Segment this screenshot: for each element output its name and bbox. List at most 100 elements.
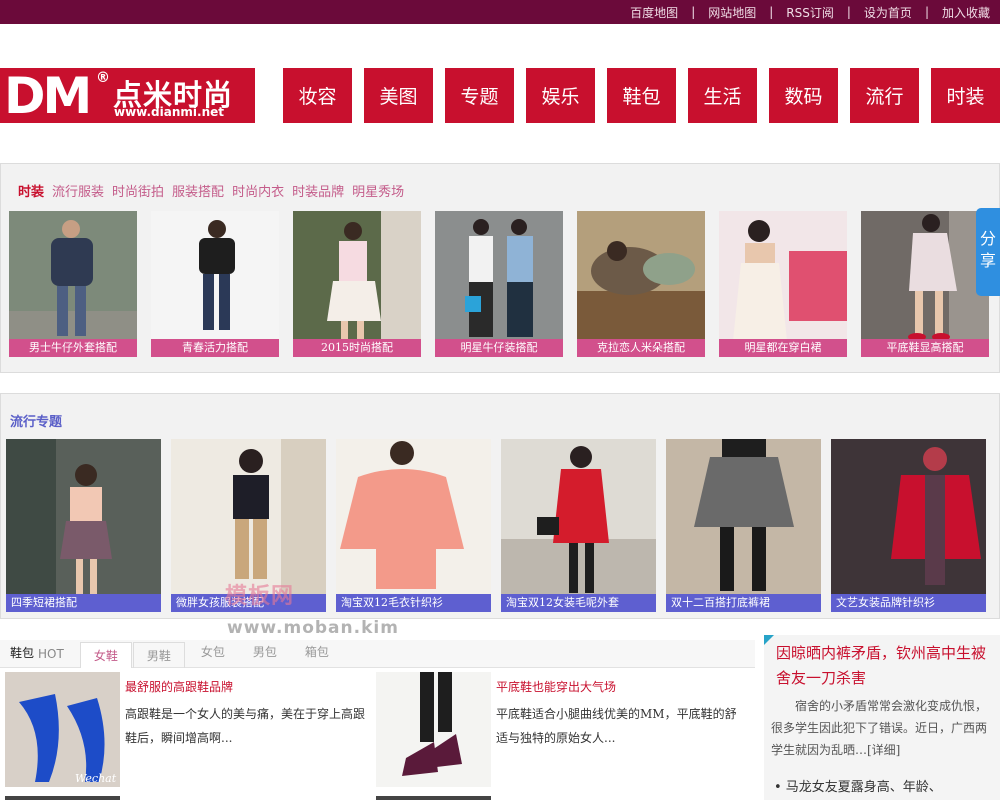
fashion-photo xyxy=(9,211,137,357)
fashion-sub-link[interactable]: 时尚街拍 xyxy=(112,181,164,200)
fashion-card-caption: 平底鞋显高搭配 xyxy=(861,339,989,357)
article-desc: 高跟鞋是一个女人的美与痛，美在于穿上高跟鞋后，瞬间增高啊... xyxy=(125,707,366,745)
fashion-photo xyxy=(435,211,563,357)
fashion-photo xyxy=(293,211,421,357)
article-photo[interactable]: Wechat xyxy=(5,672,120,787)
fashion-card-caption: 明星牛仔装搭配 xyxy=(435,339,563,357)
main-nav: 妆容 美图 专题 娱乐 鞋包 生活 数码 流行 时装 xyxy=(283,68,1000,123)
next-article-photo[interactable] xyxy=(5,796,120,800)
topic-photo xyxy=(501,439,656,612)
topics-heading[interactable]: 流行专题 xyxy=(10,411,62,430)
share-label: 分享 xyxy=(979,229,996,270)
article-title[interactable]: 最舒服的高跟鞋品牌 xyxy=(125,678,233,695)
article-title[interactable]: 平底鞋也能穿出大气场 xyxy=(496,678,616,695)
logo-url: www.dianmi.net xyxy=(114,105,224,119)
topic-photo xyxy=(336,439,491,612)
nav-entertainment[interactable]: 娱乐 xyxy=(526,68,595,123)
news-headline[interactable]: 因晾晒内裤矛盾，钦州高中生被舍友一刀杀害 xyxy=(776,641,991,691)
fashion-card[interactable]: 克拉恋人米朵搭配 xyxy=(577,211,705,357)
fashion-sub-link[interactable]: 服装搭配 xyxy=(172,181,224,200)
fashion-section: 时装 流行服装 时尚街拍 服装搭配 时尚内衣 时装品牌 明星秀场 男士牛仔外套搭… xyxy=(0,163,1000,373)
topic-photo xyxy=(666,439,821,612)
fashion-card[interactable]: 2015时尚搭配 xyxy=(293,211,421,357)
fashion-card[interactable]: 青春活力搭配 xyxy=(151,211,279,357)
topic-card-caption: 四季短裙搭配 xyxy=(6,594,161,612)
top-link-add-favorite[interactable]: 加入收藏 xyxy=(942,4,990,21)
nav-photos[interactable]: 美图 xyxy=(364,68,433,123)
article-item: 平底鞋也能穿出大气场 平底鞋适合小腿曲线优美的MM，平底鞋的舒适与独特的原始女人… xyxy=(376,672,746,787)
news-summary: 宿舍的小矛盾常常会激化变成仇恨，很多学生因此犯下了错误。近日，广西两学生就因为乱… xyxy=(771,699,988,757)
fashion-card-caption: 男士牛仔外套搭配 xyxy=(9,339,137,357)
fashion-card-row: 男士牛仔外套搭配 青春活力搭配 2015时尚搭配 明星牛仔装搭配 克拉恋人米朵搭… xyxy=(9,211,1000,357)
article-photo[interactable] xyxy=(376,672,491,787)
fashion-photo xyxy=(577,211,705,357)
topic-card[interactable]: 四季短裙搭配 xyxy=(6,439,161,612)
topic-card-caption: 淘宝双12女装毛呢外套 xyxy=(501,594,656,612)
fashion-card-caption: 2015时尚搭配 xyxy=(293,339,421,357)
top-link-site-map[interactable]: 网站地图 xyxy=(708,4,756,21)
shoes-label: 鞋包 xyxy=(10,646,35,660)
topic-card-caption: 微胖女孩服装搭配 xyxy=(171,594,326,612)
nav-trends[interactable]: 流行 xyxy=(850,68,919,123)
next-article-photo[interactable] xyxy=(376,796,491,800)
fashion-card[interactable]: 明星都在穿白裙 xyxy=(719,211,847,357)
fashion-category-bar: 时装 流行服装 时尚街拍 服装搭配 时尚内衣 时装品牌 明星秀场 xyxy=(18,181,412,200)
news-list-item[interactable]: • 马龙女友夏露身高、年龄、 xyxy=(774,776,942,795)
topic-photo xyxy=(6,439,161,612)
share-button[interactable]: 分享 xyxy=(976,208,1000,296)
fashion-photo xyxy=(861,211,989,357)
topics-section: 流行专题 四季短裙搭配 微胖女孩服装搭配 淘宝双12毛衣针织衫 淘宝双12女装毛… xyxy=(0,393,1000,619)
topic-photo xyxy=(831,439,986,612)
topics-card-row: 四季短裙搭配 微胖女孩服装搭配 淘宝双12毛衣针织衫 淘宝双12女装毛呢外套 双… xyxy=(6,439,996,612)
nav-life[interactable]: 生活 xyxy=(688,68,757,123)
tab-women-shoes[interactable]: 女鞋 xyxy=(79,642,132,668)
nav-digital[interactable]: 数码 xyxy=(769,68,838,123)
fashion-card-caption: 克拉恋人米朵搭配 xyxy=(577,339,705,357)
nav-topics[interactable]: 专题 xyxy=(445,68,514,123)
fashion-sub-link[interactable]: 流行服装 xyxy=(52,181,104,200)
divider: | xyxy=(924,5,929,19)
topic-card[interactable]: 文艺女装品牌针织衫 xyxy=(831,439,986,612)
fashion-card[interactable]: 男士牛仔外套搭配 xyxy=(9,211,137,357)
article-desc: 平底鞋适合小腿曲线优美的MM，平底鞋的舒适与独特的原始女人... xyxy=(496,707,737,745)
photo-watermark: Wechat xyxy=(75,772,117,785)
fashion-photo xyxy=(719,211,847,357)
nav-shoes-bags[interactable]: 鞋包 xyxy=(607,68,676,123)
topic-card-caption: 淘宝双12毛衣针织衫 xyxy=(336,594,491,612)
divider: | xyxy=(691,5,696,19)
corner-decoration xyxy=(764,635,774,645)
site-logo[interactable]: DM ® 点米时尚 www.dianmi.net xyxy=(0,68,255,123)
fashion-card[interactable]: 明星牛仔装搭配 xyxy=(435,211,563,357)
nav-makeup[interactable]: 妆容 xyxy=(283,68,352,123)
topic-card[interactable]: 双十二百搭打底裤裙 xyxy=(666,439,821,612)
topic-card[interactable]: 淘宝双12毛衣针织衫 xyxy=(336,439,491,612)
fashion-heading[interactable]: 时装 xyxy=(18,181,44,200)
fashion-card[interactable]: 平底鞋显高搭配 xyxy=(861,211,989,357)
logo-letters: DM xyxy=(4,68,92,123)
top-links: 百度地图 | 网站地图 | RSS订阅 | 设为首页 | 加入收藏 xyxy=(630,0,990,24)
fashion-sub-link[interactable]: 时装品牌 xyxy=(292,181,344,200)
tab-luggage[interactable]: 箱包 xyxy=(305,643,329,660)
topic-card[interactable]: 淘宝双12女装毛呢外套 xyxy=(501,439,656,612)
divider: | xyxy=(846,5,851,19)
top-link-baidu-map[interactable]: 百度地图 xyxy=(630,4,678,21)
tab-men-bags[interactable]: 男包 xyxy=(253,643,277,660)
registered-mark: ® xyxy=(96,70,110,86)
nav-fashion[interactable]: 时装 xyxy=(931,68,1000,123)
tab-women-bags[interactable]: 女包 xyxy=(201,643,225,660)
fashion-card-caption: 青春活力搭配 xyxy=(151,339,279,357)
shoes-tab-bar: 鞋包 HOT 女鞋 男鞋 女包 男包 箱包 xyxy=(0,640,755,668)
topic-card[interactable]: 微胖女孩服装搭配 xyxy=(171,439,326,612)
fashion-sub-link[interactable]: 时尚内衣 xyxy=(232,181,284,200)
fashion-card-caption: 明星都在穿白裙 xyxy=(719,339,847,357)
top-link-set-homepage[interactable]: 设为首页 xyxy=(864,4,912,21)
top-link-rss[interactable]: RSS订阅 xyxy=(786,4,834,21)
tab-men-shoes[interactable]: 男鞋 xyxy=(132,642,185,668)
divider: | xyxy=(769,5,774,19)
topic-card-caption: 双十二百搭打底裤裙 xyxy=(666,594,821,612)
watermark-url: www.moban.kim xyxy=(227,618,399,638)
topic-photo xyxy=(171,439,326,612)
fashion-sub-link[interactable]: 明星秀场 xyxy=(352,181,404,200)
topic-card-caption: 文艺女装品牌针织衫 xyxy=(831,594,986,612)
article-item: Wechat 最舒服的高跟鞋品牌 高跟鞋是一个女人的美与痛，美在于穿上高跟鞋后，… xyxy=(5,672,375,787)
